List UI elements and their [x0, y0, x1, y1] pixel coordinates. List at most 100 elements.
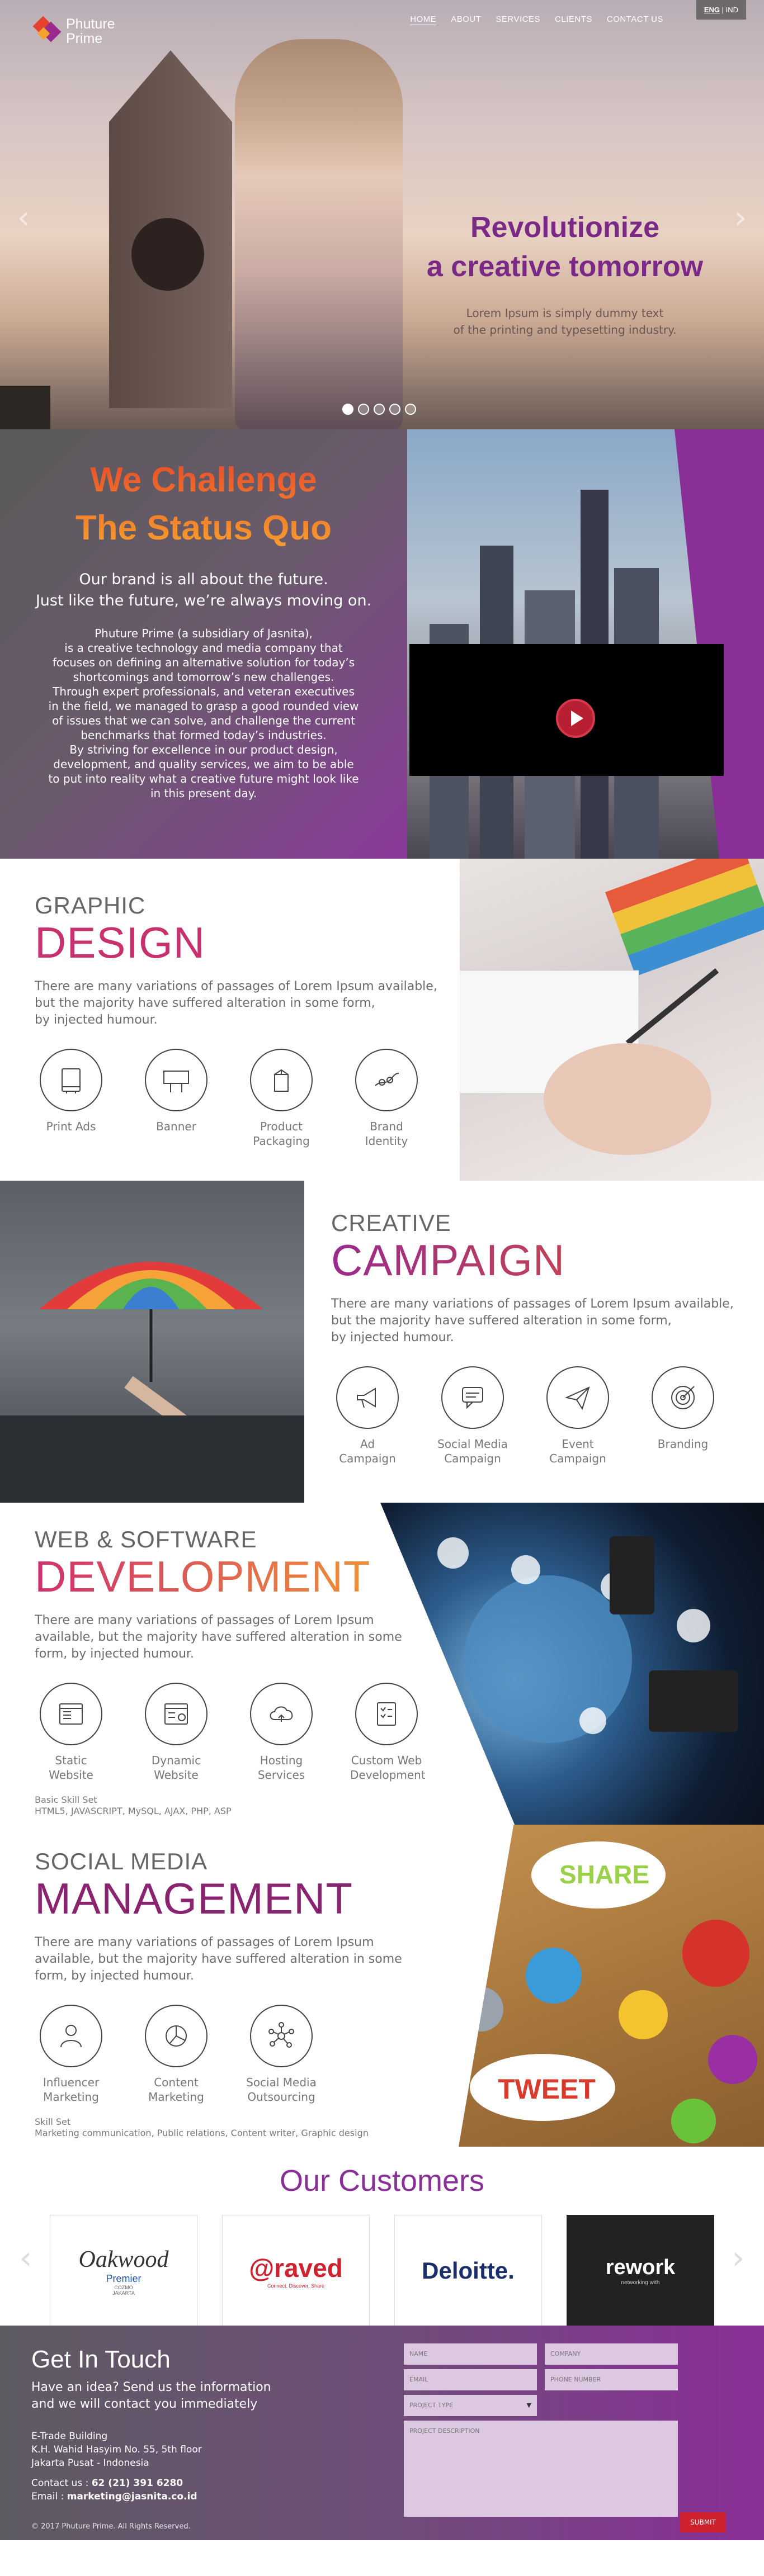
service-static-website[interactable]: Static Website — [35, 1683, 107, 1782]
service-brand-identity[interactable]: Brand Identity — [350, 1049, 423, 1148]
address-line: K.H. Wahid Hasyim No. 55, 5th floor — [31, 2444, 202, 2455]
play-icon[interactable] — [556, 699, 595, 738]
logo-icon — [32, 16, 62, 44]
about-body-line: benchmarks that formed today’s industrie… — [81, 728, 327, 742]
slider-dot[interactable] — [342, 404, 353, 415]
service-social-media-outsourcing[interactable]: Social Media Outsourcing — [245, 2005, 318, 2104]
service-influencer-marketing[interactable]: Influencer Marketing — [35, 2005, 107, 2104]
campaign-title1: CREATIVE — [331, 1210, 451, 1236]
slider-dot[interactable] — [374, 404, 385, 415]
service-label: Event Campaign — [549, 1437, 606, 1465]
email-label: Email : — [31, 2491, 67, 2502]
share-word: SHARE — [559, 1860, 649, 1889]
project-description-textarea[interactable]: PROJECT DESCRIPTION — [404, 2421, 678, 2517]
about-body-line: By striving for excellence in our produc… — [69, 743, 338, 756]
hero-subtitle-line2: of the printing and typesetting industry… — [453, 323, 677, 337]
pie-chart-icon — [145, 2005, 207, 2067]
about-body-line: shortcomings and tomorrow’s new challeng… — [73, 670, 334, 684]
print-ads-icon — [40, 1049, 102, 1111]
tweet-word: TWEET — [498, 2073, 596, 2105]
network-icon — [250, 2005, 313, 2067]
service-hosting[interactable]: Hosting Services — [245, 1683, 318, 1782]
service-product-packaging[interactable]: Product Packaging — [245, 1049, 318, 1148]
oakwood-logo-sub2: COZMO — [114, 2284, 133, 2290]
brand-identity-icon — [355, 1049, 418, 1111]
lang-ind[interactable]: IND — [726, 6, 738, 14]
customers-next-arrow[interactable]: › — [727, 2242, 749, 2275]
paper-plane-icon — [546, 1366, 609, 1429]
language-switcher: ENG | IND — [696, 0, 746, 20]
customer-logo-oakwood[interactable]: Oakwood Premier COZMO JAKARTA — [50, 2215, 197, 2326]
project-type-label: PROJECT TYPE — [409, 2402, 454, 2409]
service-banner[interactable]: Banner — [140, 1049, 213, 1148]
nav-about[interactable]: ABOUT — [451, 15, 481, 24]
about-title: We Challenge The Status Quo — [0, 456, 407, 552]
service-label: Custom Web Development — [350, 1754, 426, 1782]
service-label: Banner — [156, 1120, 196, 1133]
logo[interactable]: Phuture Prime — [32, 16, 115, 46]
service-dynamic-website[interactable]: Dynamic Website — [140, 1683, 213, 1782]
social-title1: SOCIAL MEDIA — [35, 1848, 208, 1874]
dev-skill-set: Basic Skill Set HTML5, JAVASCRIPT, MySQL… — [35, 1794, 437, 1817]
lang-eng[interactable]: ENG — [704, 6, 720, 14]
name-input[interactable]: NAME — [404, 2343, 537, 2365]
oakwood-logo-text: Oakwood — [78, 2246, 169, 2272]
service-event-campaign[interactable]: Event Campaign — [541, 1366, 614, 1466]
slider-next-arrow[interactable]: › — [729, 201, 752, 235]
phone-input[interactable]: PHONE NUMBER — [545, 2369, 678, 2390]
customers-prev-arrow[interactable]: ‹ — [15, 2242, 37, 2275]
service-print-ads[interactable]: Print Ads — [35, 1049, 107, 1148]
oakwood-logo-sub3: JAKARTA — [112, 2290, 135, 2296]
rework-logo-text: rework — [605, 2256, 676, 2279]
email-address[interactable]: marketing@jasnita.co.id — [67, 2491, 197, 2502]
graphic-desc-line: but the majority have suffered alteratio… — [35, 996, 375, 1010]
customer-logo-deloitte[interactable]: Deloitte. — [394, 2215, 542, 2326]
nav-services[interactable]: SERVICES — [496, 15, 540, 24]
about-lead: Our brand is all about the future. Just … — [0, 569, 407, 612]
service-ad-campaign[interactable]: Ad Campaign — [331, 1366, 404, 1466]
phone-number[interactable]: 62 (21) 391 6280 — [92, 2478, 183, 2489]
logo-line2: Prime — [66, 31, 103, 46]
slider-dot[interactable] — [358, 404, 369, 415]
contact-title: Get In Touch — [31, 2346, 171, 2373]
email-input[interactable]: EMAIL — [404, 2369, 537, 2390]
service-label: Print Ads — [46, 1120, 96, 1133]
dev-title1: WEB & SOFTWARE — [35, 1526, 257, 1552]
nav-clients[interactable]: CLIENTS — [555, 15, 592, 24]
address-line: Jakarta Pusat - Indonesia — [31, 2457, 149, 2469]
slider-dot[interactable] — [389, 404, 400, 415]
about-text-panel: We Challenge The Status Quo Our brand is… — [0, 429, 407, 859]
graphic-design-section: GRAPHIC DESIGN There are many variations… — [0, 859, 764, 1181]
service-label: Ad Campaign — [339, 1437, 396, 1465]
about-section: We Challenge The Status Quo Our brand is… — [0, 429, 764, 859]
nav-home[interactable]: HOME — [410, 15, 436, 24]
slider-prev-arrow[interactable]: ‹ — [12, 201, 35, 235]
about-body-line: Phuture Prime (a subsidiary of Jasnita), — [95, 627, 313, 640]
nav-contact[interactable]: CONTACT US — [607, 15, 663, 24]
customer-logo-qraved[interactable]: @raved Connect. Discover. Share — [222, 2215, 370, 2326]
service-custom-web-development[interactable]: Custom Web Development — [350, 1683, 426, 1782]
qraved-logo-sub: Connect. Discover. Share — [267, 2283, 325, 2289]
submit-button[interactable]: SUBMIT — [680, 2512, 726, 2532]
service-content-marketing[interactable]: Content Marketing — [140, 2005, 213, 2104]
checklist-icon — [355, 1683, 418, 1745]
dev-desc-line: There are many variations of passages of… — [35, 1613, 374, 1627]
campaign-desc-line: by injected humour. — [331, 1330, 454, 1344]
video-player[interactable] — [409, 644, 724, 776]
customer-logo-rework[interactable]: rework networking with — [567, 2215, 714, 2326]
social-desc-line: There are many variations of passages of… — [35, 1935, 374, 1949]
slider-dot[interactable] — [405, 404, 416, 415]
service-label: Social Media Campaign — [437, 1437, 508, 1465]
service-social-media-campaign[interactable]: Social Media Campaign — [436, 1366, 509, 1466]
social-desc-line: form, by injected humour. — [35, 1969, 194, 1983]
social-title2: MANAGEMENT — [35, 1874, 353, 1923]
social-media-photo: SHARE TWEET — [459, 1825, 764, 2147]
service-label: Hosting Services — [257, 1754, 305, 1782]
lang-separator: | — [720, 6, 726, 14]
company-input[interactable]: COMPANY — [545, 2343, 678, 2365]
service-branding[interactable]: Branding — [647, 1366, 719, 1466]
project-type-select[interactable]: PROJECT TYPE ▼ — [404, 2395, 537, 2416]
hero-title-line1: Revolutionize — [470, 211, 660, 244]
graphic-desc-line: by injected humour. — [35, 1013, 158, 1027]
service-label: Social Media Outsourcing — [246, 2076, 317, 2104]
